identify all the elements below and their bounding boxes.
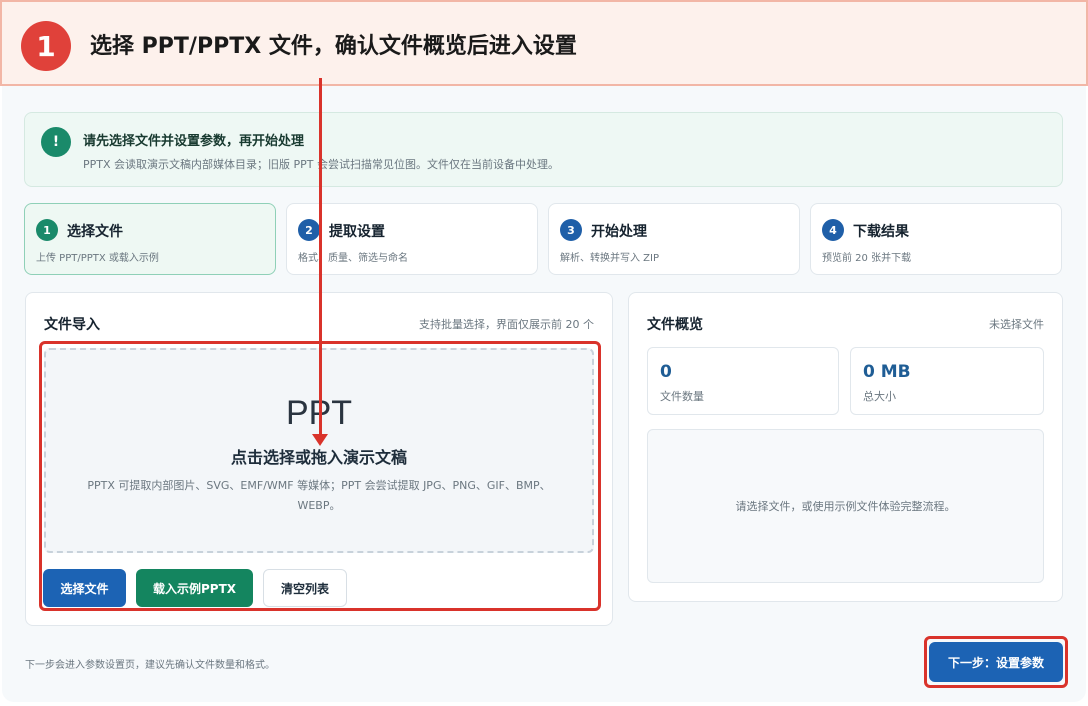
step-number-badge: 1 (21, 21, 71, 71)
step-title: 提取设置 (329, 224, 385, 240)
step-extract-settings[interactable]: 2 提取设置 格式、质量、筛选与命名 (286, 203, 538, 275)
instruction-banner: 1 选择 PPT/PPTX 文件，确认文件概览后进入设置 (0, 0, 1088, 86)
footer-hint: 下一步会进入参数设置页，建议先确认文件数量和格式。 (25, 660, 275, 671)
file-import-title: 文件导入 (44, 317, 100, 333)
step-select-file[interactable]: 1 选择文件 上传 PPT/PPTX 或载入示例 (24, 203, 276, 275)
highlight-box-next (924, 636, 1068, 688)
step-download-results[interactable]: 4 下载结果 预览前 20 张并下载 (810, 203, 1062, 275)
total-size-value: 0 MB (863, 362, 911, 382)
step-description: 格式、质量、筛选与命名 (298, 253, 408, 264)
step-description: 解析、转换并写入 ZIP (560, 253, 660, 264)
total-size-card: 0 MB 总大小 (850, 347, 1044, 415)
file-overview-title: 文件概览 (647, 317, 703, 333)
instruction-title: 选择 PPT/PPTX 文件，确认文件概览后进入设置 (90, 34, 577, 59)
step-title: 选择文件 (67, 224, 123, 240)
file-import-hint: 支持批量选择，界面仅展示前 20 个 (419, 318, 594, 331)
step-description: 预览前 20 张并下载 (822, 253, 912, 264)
notice-box: ! 请先选择文件并设置参数，再开始处理 PPTX 会读取演示文稿内部媒体目录；旧… (24, 112, 1063, 187)
file-count-label: 文件数量 (660, 390, 704, 403)
file-overview-status: 未选择文件 (989, 318, 1044, 331)
file-list-empty-state: 请选择文件，或使用示例文件体验完整流程。 (647, 429, 1044, 583)
total-size-label: 总大小 (863, 390, 896, 403)
file-count-card: 0 文件数量 (647, 347, 839, 415)
step-number: 4 (822, 219, 844, 241)
step-title: 下载结果 (853, 224, 909, 240)
step-title: 开始处理 (591, 224, 647, 240)
step-number: 1 (36, 219, 58, 241)
step-number: 2 (298, 219, 320, 241)
annotation-arrow-line (319, 78, 322, 438)
notice-title: 请先选择文件并设置参数，再开始处理 (83, 134, 305, 149)
file-count-value: 0 (660, 362, 672, 382)
step-description: 上传 PPT/PPTX 或载入示例 (36, 253, 159, 264)
annotation-arrow-head-icon (312, 434, 328, 446)
step-number: 3 (560, 219, 582, 241)
step-start-processing[interactable]: 3 开始处理 解析、转换并写入 ZIP (548, 203, 800, 275)
info-icon: ! (41, 127, 71, 157)
